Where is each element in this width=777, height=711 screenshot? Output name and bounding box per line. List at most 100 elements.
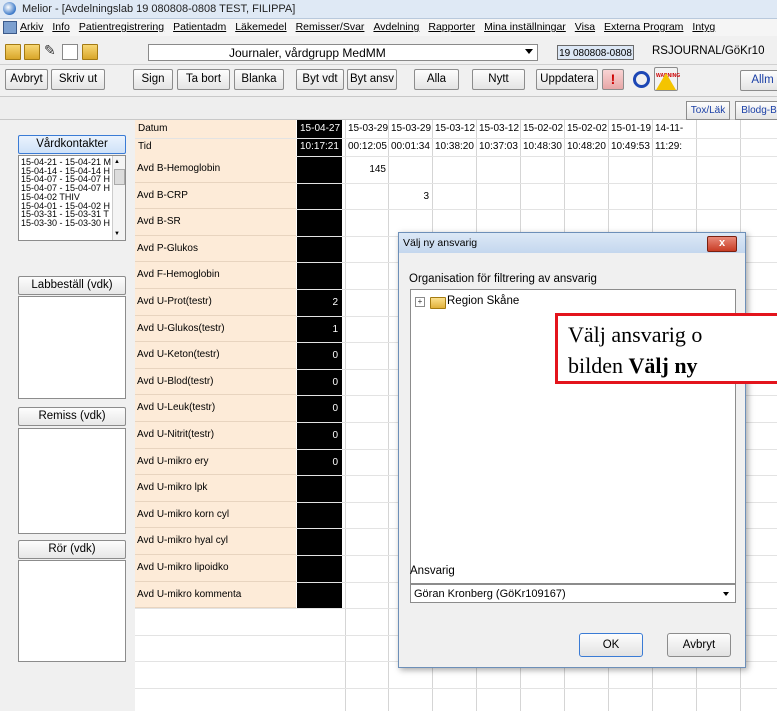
open-folder-icon[interactable] [5, 44, 21, 60]
time-header[interactable]: 10:37:03 [479, 141, 518, 152]
folder-add-icon[interactable] [82, 44, 98, 60]
pen-icon[interactable]: ✎ [44, 42, 56, 59]
print-button[interactable]: Skriv ut [51, 69, 105, 90]
row-label[interactable]: Avd U-Blod(testr) [135, 368, 296, 396]
ansvarig-select[interactable]: Göran Kronberg (GöKr109167) [410, 584, 736, 603]
row-label[interactable]: Avd B-Hemoglobin [135, 156, 296, 183]
menu-item[interactable]: Arkiv [20, 21, 43, 33]
result-value[interactable]: 0 [298, 350, 338, 361]
cancel-button[interactable]: Avbryt [667, 633, 731, 657]
date-header[interactable]: 15-01-19 [611, 123, 651, 134]
date-header[interactable]: 14-11- [655, 123, 683, 134]
remiss-button[interactable]: Remiss (vdk) [18, 407, 126, 426]
row-label[interactable]: Avd U-mikro lipoidko [135, 555, 296, 582]
row-label[interactable]: Avd U-mikro korn cyl [135, 501, 296, 529]
date-header[interactable]: 15-04-27 [300, 123, 340, 134]
vardkontakter-list[interactable]: 15-04-21 - 15-04-21 M 15-04-14 - 15-04-14… [18, 155, 126, 241]
menu-item[interactable]: Patientadm [173, 21, 226, 33]
folder-icon[interactable] [24, 44, 40, 60]
row-label[interactable]: Avd U-Prot(testr) [135, 289, 296, 316]
nytt-button[interactable]: Nytt [472, 69, 525, 90]
warning-button[interactable]: WARNING [654, 67, 680, 91]
alert-button[interactable]: ! [602, 69, 624, 90]
date-header[interactable]: 15-02-02 [523, 123, 563, 134]
menu-item[interactable]: Info [52, 21, 70, 33]
result-value[interactable]: 3 [389, 191, 429, 202]
time-header[interactable]: 10:17:21 [300, 141, 339, 152]
ok-button[interactable]: OK [579, 633, 643, 657]
row-label[interactable]: Avd U-Glukos(testr) [135, 315, 296, 343]
blodg-button[interactable]: Blodg-B [735, 101, 777, 120]
vardkontakt-item[interactable]: 15-03-30 - 15-03-30 H [21, 219, 110, 228]
result-value[interactable]: 0 [298, 377, 338, 388]
menu-item[interactable]: Mina inställningar [484, 21, 566, 33]
time-header[interactable]: 10:38:20 [435, 141, 474, 152]
time-header[interactable]: 10:49:53 [611, 141, 650, 152]
result-value[interactable]: 0 [298, 403, 338, 414]
document-icon[interactable] [3, 21, 17, 34]
document-edit-icon[interactable] [62, 44, 78, 60]
tox-lak-button[interactable]: Tox/Läk [686, 101, 730, 120]
row-label[interactable]: Avd U-mikro kommenta [135, 581, 296, 609]
menu-item[interactable]: Remisser/Svar [296, 21, 365, 33]
row-label[interactable]: Avd U-mikro lpk [135, 475, 296, 502]
result-value[interactable]: 145 [346, 164, 386, 175]
menu-item[interactable]: Externa Program [604, 21, 683, 33]
date-header[interactable]: 15-02-02 [567, 123, 607, 134]
time-header[interactable]: 00:01:34 [391, 141, 430, 152]
scroll-thumb[interactable] [114, 169, 125, 185]
menu-item[interactable]: Läkemedel [235, 21, 286, 33]
date-header[interactable]: 15-03-29 [391, 123, 431, 134]
labbestall-button[interactable]: Labbeställ (vdk) [18, 276, 126, 295]
row-label[interactable]: Avd U-mikro ery [135, 448, 296, 476]
result-value[interactable]: 0 [298, 430, 338, 441]
date-header[interactable]: 15-03-12 [479, 123, 519, 134]
time-header[interactable]: 10:48:30 [523, 141, 562, 152]
menu-item[interactable]: Avdelning [373, 21, 419, 33]
alla-button[interactable]: Alla [414, 69, 459, 90]
row-label[interactable]: Avd B-SR [135, 209, 296, 236]
row-label[interactable]: Avd U-Nitrit(testr) [135, 422, 296, 449]
time-header[interactable]: 00:12:05 [348, 141, 387, 152]
close-icon[interactable]: x [707, 236, 737, 252]
byt-vdt-button[interactable]: Byt vdt [296, 69, 344, 90]
allm-button[interactable]: Allm [740, 70, 777, 91]
circle-icon[interactable] [633, 71, 650, 88]
time-header[interactable]: 10:48:20 [567, 141, 606, 152]
sign-button[interactable]: Sign [133, 69, 173, 90]
ror-list[interactable] [18, 560, 126, 662]
row-label[interactable]: Avd B-CRP [135, 182, 296, 210]
vardkontakter-button[interactable]: Vårdkontakter [18, 135, 126, 154]
labbestall-list[interactable] [18, 296, 126, 399]
remiss-list[interactable] [18, 428, 126, 534]
row-label[interactable]: Avd F-Hemoglobin [135, 262, 296, 289]
avbryt-button[interactable]: Avbryt [5, 69, 48, 90]
date-header[interactable]: 15-03-29 [348, 123, 388, 134]
grid-row-line [135, 138, 777, 139]
row-label[interactable]: Avd P-Glukos [135, 235, 296, 263]
menu-item[interactable]: Visa [575, 21, 595, 33]
menu-item[interactable]: Patientregistrering [79, 21, 164, 33]
result-value[interactable]: 0 [298, 457, 338, 468]
row-label[interactable]: Avd U-Keton(testr) [135, 342, 296, 369]
byt-ansv-button[interactable]: Byt ansv [347, 69, 397, 90]
row-label[interactable]: Avd U-Leuk(testr) [135, 395, 296, 422]
tree-node-region[interactable]: Region Skåne [447, 295, 519, 307]
scrollbar[interactable]: ▲ ▼ [112, 156, 125, 240]
result-value[interactable]: 2 [298, 297, 338, 308]
menu-item[interactable]: Intyg [692, 21, 715, 33]
menu-item[interactable]: Rapporter [428, 21, 475, 33]
ror-button[interactable]: Rör (vdk) [18, 540, 126, 559]
journal-combo[interactable]: Journaler, vårdgrupp MedMM [148, 44, 538, 61]
uppdatera-button[interactable]: Uppdatera [536, 69, 598, 90]
time-header[interactable]: 11:29: [655, 141, 682, 152]
scroll-down-icon[interactable]: ▼ [114, 231, 120, 237]
result-value[interactable]: 1 [298, 324, 338, 335]
delete-button[interactable]: Ta bort [177, 69, 230, 90]
scroll-up-icon[interactable]: ▲ [114, 159, 120, 165]
blanka-button[interactable]: Blanka [234, 69, 284, 90]
row-label[interactable]: Avd U-mikro hyal cyl [135, 528, 296, 555]
expand-icon[interactable]: + [415, 297, 425, 307]
date-header[interactable]: 15-03-12 [435, 123, 475, 134]
org-filter-label: Organisation för filtrering av ansvarig [409, 273, 597, 285]
